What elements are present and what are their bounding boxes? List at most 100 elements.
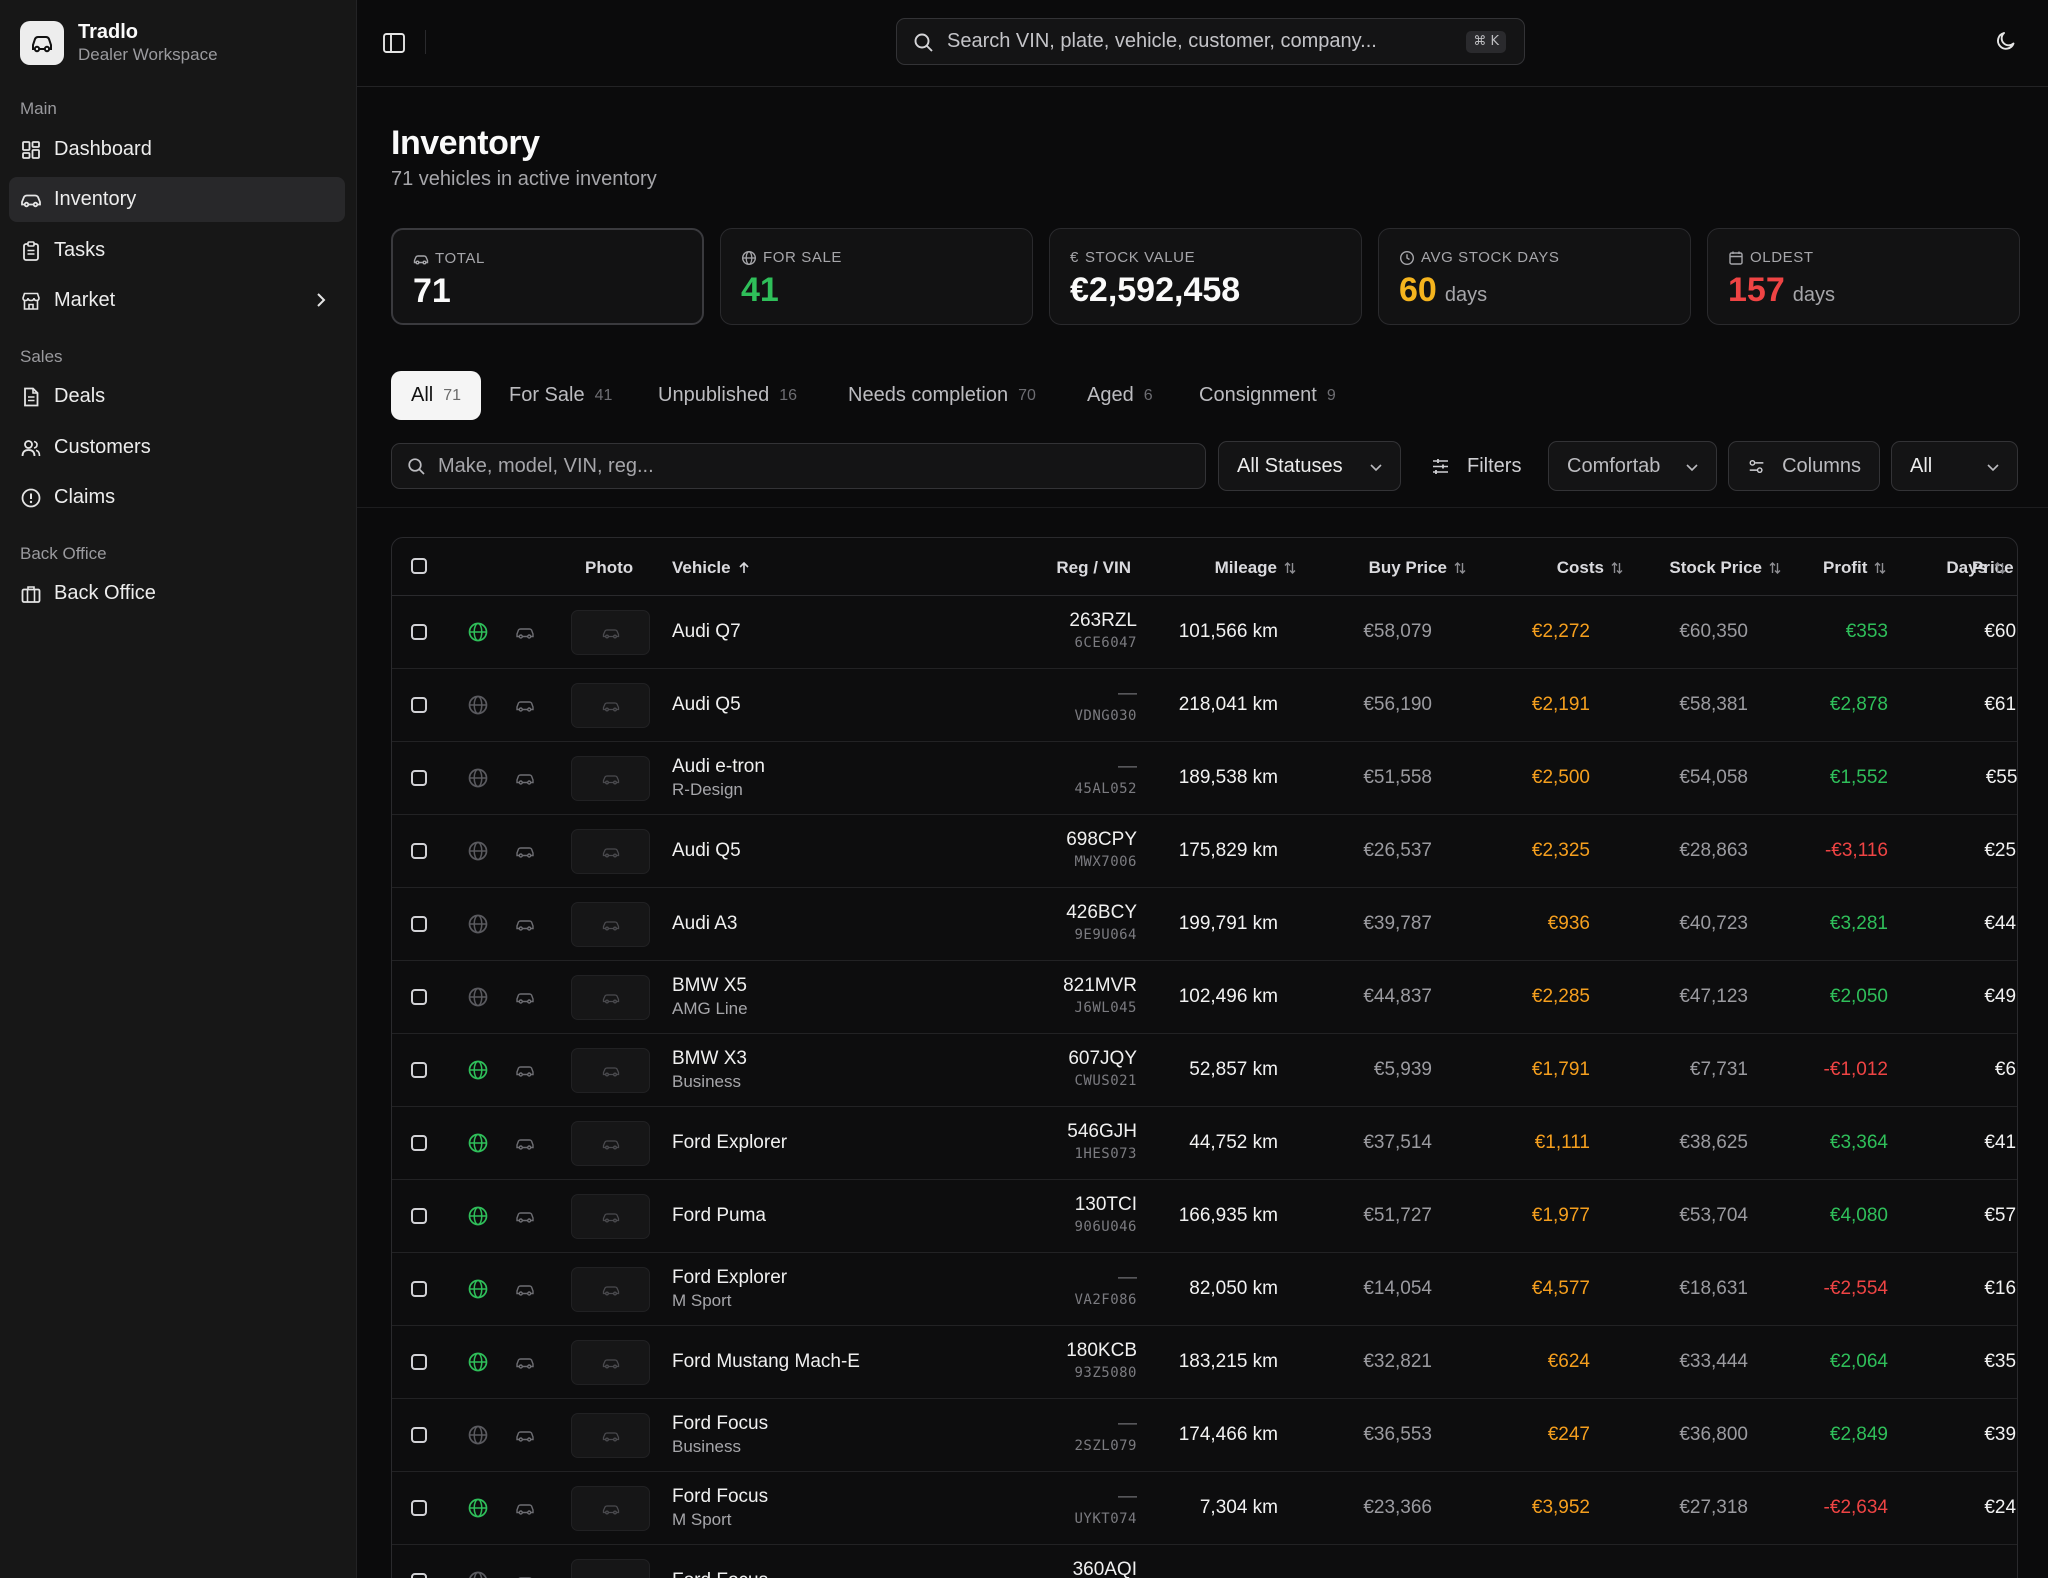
- car-icon[interactable]: [515, 1062, 535, 1079]
- globe-icon[interactable]: [467, 986, 489, 1008]
- vehicle-cell[interactable]: Ford Focus Business: [672, 1413, 768, 1457]
- vehicle-photo-placeholder[interactable]: [571, 1486, 650, 1531]
- stat-card-total[interactable]: TOTAL 71: [391, 228, 704, 325]
- select-all-checkbox[interactable]: [411, 558, 427, 574]
- sidebar-item-customers[interactable]: Customers: [9, 425, 345, 470]
- globe-icon[interactable]: [467, 1278, 489, 1300]
- table-row[interactable]: Ford Mustang Mach-E 180KCB 93Z5080 183,215 …: [392, 1326, 2017, 1399]
- table-row[interactable]: Ford Focus Business — 2SZL079 174,466 km €36,…: [392, 1399, 2017, 1472]
- row-checkbox[interactable]: [411, 1427, 427, 1443]
- globe-icon[interactable]: [467, 840, 489, 862]
- column-header-mileage[interactable]: Mileage: [1142, 558, 1297, 578]
- vehicle-cell[interactable]: Ford Focus M Sport: [672, 1486, 768, 1530]
- sidebar-item-market[interactable]: Market: [9, 278, 345, 323]
- vehicle-photo-placeholder[interactable]: [571, 1340, 650, 1385]
- globe-icon[interactable]: [467, 694, 489, 716]
- vehicle-photo-placeholder[interactable]: [571, 610, 650, 655]
- row-checkbox[interactable]: [411, 843, 427, 859]
- column-header-costs[interactable]: Costs: [1472, 558, 1624, 578]
- globe-icon[interactable]: [467, 1059, 489, 1081]
- globe-icon[interactable]: [467, 621, 489, 643]
- tab-for-sale[interactable]: For Sale 41: [489, 371, 632, 420]
- status-select[interactable]: All Statuses: [1218, 441, 1401, 491]
- vehicle-cell[interactable]: Audi e-tron R-Design: [672, 756, 765, 800]
- table-row[interactable]: Ford Focus M Sport — UYKT074 7,304 km €23,366…: [392, 1472, 2017, 1545]
- car-icon[interactable]: [515, 1427, 535, 1444]
- scope-select[interactable]: All: [1891, 441, 2018, 491]
- table-row[interactable]: Audi A3 426BCY 9E9U064 199,791 km €39,787 €93…: [392, 888, 2017, 961]
- vehicle-photo-placeholder[interactable]: [571, 683, 650, 728]
- car-icon[interactable]: [515, 843, 535, 860]
- car-icon[interactable]: [515, 1281, 535, 1298]
- stat-card-oldest[interactable]: OLDEST 157 days: [1707, 228, 2020, 325]
- vehicle-photo-placeholder[interactable]: [571, 1267, 650, 1312]
- column-header-days[interactable]: Days: [1941, 558, 2017, 578]
- vehicle-cell[interactable]: Ford Explorer: [672, 1132, 787, 1154]
- globe-icon[interactable]: [467, 1570, 489, 1578]
- inventory-search-input[interactable]: [438, 444, 1178, 488]
- row-checkbox[interactable]: [411, 1354, 427, 1370]
- car-icon[interactable]: [515, 1573, 535, 1578]
- car-icon[interactable]: [515, 1135, 535, 1152]
- globe-icon[interactable]: [467, 1132, 489, 1154]
- row-checkbox[interactable]: [411, 1062, 427, 1078]
- column-header-stock-price[interactable]: Stock Price: [1632, 558, 1782, 578]
- filters-button[interactable]: Filters: [1411, 441, 1541, 491]
- table-row[interactable]: Ford Explorer 546GJH 1HES073 44,752 km €37,5…: [392, 1107, 2017, 1180]
- car-icon[interactable]: [515, 1208, 535, 1225]
- globe-icon[interactable]: [467, 767, 489, 789]
- tab-consignment[interactable]: Consignment 9: [1179, 371, 1356, 420]
- sidebar-item-back-office[interactable]: Back Office: [9, 571, 345, 616]
- row-checkbox[interactable]: [411, 1573, 427, 1578]
- table-row[interactable]: Audi e-tron R-Design — 45AL052 189,538 km €51…: [392, 742, 2017, 815]
- car-icon[interactable]: [515, 624, 535, 641]
- sidebar-item-deals[interactable]: Deals: [9, 374, 345, 419]
- globe-icon[interactable]: [467, 913, 489, 935]
- vehicle-photo-placeholder[interactable]: [571, 902, 650, 947]
- table-row[interactable]: Ford Puma 130TCI 906U046 166,935 km €51,727 €…: [392, 1180, 2017, 1253]
- row-checkbox[interactable]: [411, 697, 427, 713]
- vehicle-cell[interactable]: Audi Q5: [672, 694, 741, 716]
- global-search[interactable]: ⌘ K: [896, 18, 1525, 65]
- stat-card-for-sale[interactable]: FOR SALE 41: [720, 228, 1033, 325]
- tab-aged[interactable]: Aged 6: [1067, 371, 1173, 420]
- row-checkbox[interactable]: [411, 624, 427, 640]
- row-checkbox[interactable]: [411, 1208, 427, 1224]
- vehicle-photo-placeholder[interactable]: [571, 975, 650, 1020]
- sidebar-item-claims[interactable]: Claims: [9, 475, 345, 520]
- row-checkbox[interactable]: [411, 1500, 427, 1516]
- table-row[interactable]: Ford Explorer M Sport — VA2F086 82,050 km €14…: [392, 1253, 2017, 1326]
- vehicle-photo-placeholder[interactable]: [571, 756, 650, 801]
- vehicle-photo-placeholder[interactable]: [571, 1194, 650, 1239]
- tab-needs-completion[interactable]: Needs completion 70: [828, 371, 1056, 420]
- globe-icon[interactable]: [467, 1424, 489, 1446]
- vehicle-cell[interactable]: BMW X3 Business: [672, 1048, 747, 1092]
- table-row[interactable]: BMW X3 Business 607JQY CWUS021 52,857 km €5,9…: [392, 1034, 2017, 1107]
- moon-icon[interactable]: [1994, 29, 2018, 53]
- vehicle-cell[interactable]: BMW X5 AMG Line: [672, 975, 748, 1019]
- column-header-vehicle[interactable]: Vehicle: [672, 558, 751, 578]
- table-row[interactable]: Audi Q7 263RZL 6CE6047 101,566 km €58,079 €2,…: [392, 596, 2017, 669]
- table-row[interactable]: Audi Q5 — VDNG030 218,041 km €56,190 €2,191 €5…: [392, 669, 2017, 742]
- vehicle-photo-placeholder[interactable]: [571, 829, 650, 874]
- vehicle-cell[interactable]: Audi A3: [672, 913, 738, 935]
- vehicle-cell[interactable]: Ford Focus: [672, 1570, 768, 1578]
- row-checkbox[interactable]: [411, 916, 427, 932]
- vehicle-photo-placeholder[interactable]: [571, 1048, 650, 1093]
- row-checkbox[interactable]: [411, 1135, 427, 1151]
- vehicle-photo-placeholder[interactable]: [571, 1559, 650, 1578]
- density-select[interactable]: Comfortab: [1548, 441, 1717, 491]
- vehicle-photo-placeholder[interactable]: [571, 1121, 650, 1166]
- sidebar-item-inventory[interactable]: Inventory: [9, 177, 345, 222]
- tab-unpublished[interactable]: Unpublished 16: [638, 371, 817, 420]
- vehicle-cell[interactable]: Ford Puma: [672, 1205, 766, 1227]
- vehicle-cell[interactable]: Ford Explorer M Sport: [672, 1267, 787, 1311]
- row-checkbox[interactable]: [411, 1281, 427, 1297]
- globe-icon[interactable]: [467, 1497, 489, 1519]
- car-icon[interactable]: [515, 770, 535, 787]
- vehicle-cell[interactable]: Ford Mustang Mach-E: [672, 1351, 860, 1373]
- sidebar-item-dashboard[interactable]: Dashboard: [9, 127, 345, 172]
- vehicle-photo-placeholder[interactable]: [571, 1413, 650, 1458]
- row-checkbox[interactable]: [411, 989, 427, 1005]
- stat-card-stock-value[interactable]: € STOCK VALUE €2,592,458: [1049, 228, 1362, 325]
